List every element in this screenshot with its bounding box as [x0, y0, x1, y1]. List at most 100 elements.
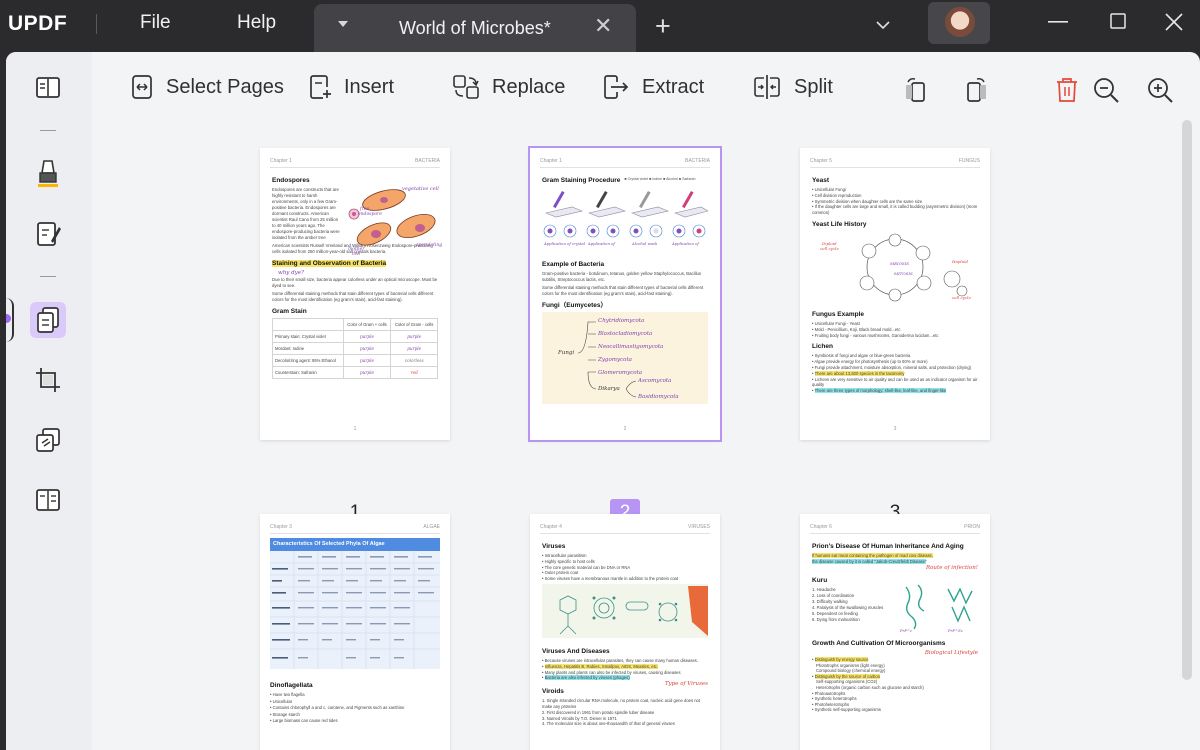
handwritten-note: Type of Viruses [664, 681, 708, 688]
chevron-down-icon[interactable] [876, 18, 890, 32]
gram-stain-table: Color of Gram + cells Color of Gram - cel… [272, 318, 438, 379]
rotate-left-icon[interactable] [902, 76, 930, 104]
split-label: Split [794, 75, 833, 98]
page-thumbnail-2[interactable]: Chapter 1 BACTERIA Gram Staining Procedur… [528, 146, 722, 442]
menu-help[interactable]: Help [237, 12, 276, 34]
sidebar-convert-button[interactable] [30, 422, 66, 458]
handwritten-note: Biological Lifestyle [924, 650, 978, 656]
split-button[interactable]: Split [752, 74, 833, 100]
page-bullet: Gram-positive bacteria - botulinum, teta… [542, 271, 702, 282]
page-heading: Viroids [542, 688, 564, 696]
extract-button[interactable]: Extract [602, 74, 704, 100]
insert-page-icon [310, 75, 331, 99]
select-pages-label: Select Pages [166, 75, 284, 98]
sidebar-divider [40, 276, 56, 277]
organize-pages-icon [37, 307, 59, 333]
document-tab[interactable]: World of Microbes* ✕ [314, 4, 636, 52]
replace-button[interactable]: Replace [452, 74, 565, 100]
page-footer-number: 1 [353, 426, 357, 432]
table-title-bar: Characteristics Of Selected Phyla Of Alg… [270, 538, 440, 551]
page-heading: Viruses [542, 543, 566, 550]
page-heading: Fungus Example [812, 310, 865, 318]
page-bullet: Some differential staining methods that … [542, 285, 704, 296]
page-heading: Lichen [812, 343, 833, 351]
page-list: • Because viruses are intracellular para… [542, 657, 699, 681]
page-thumbnail-6[interactable]: Chapter 6 PRION Prion's Disease Of Human … [800, 514, 990, 750]
svg-text:Application of crystal: Application of crystal [543, 241, 586, 246]
gram-staining-diagram: Application of crystal Application of Alc… [543, 191, 709, 246]
page-list: • Unicellular Fungi • Cell division repr… [812, 187, 978, 216]
page-paragraph: Endospores are constructs that are highl… [272, 187, 340, 240]
page-thumbnail-5[interactable]: Chapter 4 VIRUSES Viruses • Intracellular… [530, 514, 720, 750]
page-thumbnail-grid: Chapter 1 BACTERIA Endospores Endospores … [92, 124, 1186, 750]
page-heading: Growth And Cultivation Of Microorganisms [812, 640, 946, 647]
svg-text:cell cycle: cell cycle [952, 295, 971, 300]
sidebar-edit-button[interactable] [30, 216, 66, 252]
svg-text:MITOSIS: MITOSIS [893, 271, 913, 276]
endospore-illustration: vegetative cell free endospore mother ce… [348, 186, 442, 257]
page-header: Chapter 4 VIRUSES [540, 524, 710, 534]
svg-text:cell: cell [352, 251, 361, 257]
tab-title: World of Microbes* [399, 18, 551, 38]
svg-text:MEIOSIS: MEIOSIS [889, 261, 909, 266]
page-list: • Unicellular Fungi - Yeast • Mold - Pen… [812, 320, 939, 338]
page-thumbnail-1[interactable]: Chapter 1 BACTERIA Endospores Endospores … [260, 148, 450, 440]
yeast-life-cycle-diagram: MEIOSISMITOSIS Diploidcell cycle Haploid… [820, 233, 971, 302]
highlighter-icon [38, 160, 58, 187]
page-thumbnail-4[interactable]: Chapter 3 ALGAE Characteristics Of Select… [260, 514, 450, 750]
user-avatar[interactable] [928, 2, 990, 44]
page-heading: Example of Bacteria [542, 261, 605, 268]
extract-label: Extract [642, 75, 705, 98]
zoom-out-icon[interactable] [1092, 76, 1120, 104]
minimize-icon[interactable] [1048, 20, 1068, 24]
sidebar-form-button[interactable] [30, 482, 66, 518]
sidebar-organize-pages-button[interactable] [30, 302, 66, 338]
split-icon [754, 75, 780, 99]
page-heading: Viruses And Diseases [542, 647, 610, 655]
left-sidebar [6, 52, 92, 750]
tab-menu-caret-icon[interactable] [338, 21, 348, 27]
menu-file[interactable]: File [140, 12, 171, 34]
page-heading: Staining and Observation of Bacteria [272, 260, 387, 267]
page-list: 1. Headache 2. Loss of coordination 3. Dif… [812, 587, 884, 622]
svg-text:Alcohol wash: Alcohol wash [631, 241, 658, 246]
handwritten-note: Route of infection! [925, 565, 978, 571]
page-list: • Symbiosis of fungi and algae or blue-g… [812, 353, 978, 394]
page-heading: Fungi（Eumycetes） [542, 302, 608, 309]
svg-text:Application of: Application of [587, 241, 615, 246]
fungi-tree-diagram: Fungi Chytridiomycota Blastocladiomycota… [542, 312, 708, 404]
sidebar-comment-button[interactable] [30, 156, 66, 192]
algae-phyla-table [270, 551, 440, 669]
app-logo: UPDF [8, 12, 68, 35]
handwritten-note: why dye? [278, 270, 304, 276]
zoom-in-icon[interactable] [1146, 76, 1174, 104]
virus-illustration [542, 583, 708, 638]
svg-text:cell cycle: cell cycle [820, 246, 839, 251]
sidebar-reader-button[interactable] [30, 70, 66, 106]
page-list: • Distinguish by energy source Phototrop… [812, 657, 924, 713]
page-list: 1. Single stranded circular RNA molecule… [542, 698, 701, 727]
maximize-icon[interactable] [1110, 13, 1127, 30]
new-tab-button[interactable]: + [655, 13, 671, 40]
svg-text:endospore: endospore [358, 211, 382, 217]
page-heading: Gram Staining Procedure [542, 177, 621, 184]
window-close-icon[interactable] [1165, 13, 1183, 31]
insert-button[interactable]: Insert [308, 74, 394, 100]
select-pages-button[interactable]: Select Pages [130, 74, 284, 100]
page-paragraph: If humans eat meat containing the pathog… [812, 553, 934, 564]
stain-legend: ■ Crystal violet ■ Iodine ■ Alcohol ■ Sa… [624, 177, 696, 181]
page-footer-number: 3 [893, 426, 897, 432]
svg-text:Haploid: Haploid [951, 259, 968, 264]
page-heading: Gram Stain [272, 308, 307, 315]
sidebar-crop-button[interactable] [30, 362, 66, 398]
page-header: Chapter 3 ALGAE [270, 524, 440, 534]
page-footer-number: 2 [623, 426, 627, 432]
extract-page-icon [604, 75, 629, 99]
page-heading: Prion's Disease Of Human Inheritance And… [812, 543, 964, 550]
svg-text:PrP^Sc: PrP^Sc [947, 628, 964, 633]
organize-toolbar: Select Pages Insert Replace Extract Spli… [92, 52, 1200, 124]
page-thumbnail-3[interactable]: Chapter 5 FUNGUS Yeast • Unicellular Fung… [800, 148, 990, 440]
rotate-right-icon[interactable] [962, 76, 990, 104]
delete-trash-icon[interactable] [1054, 76, 1080, 104]
tab-close-icon[interactable]: ✕ [594, 15, 612, 37]
